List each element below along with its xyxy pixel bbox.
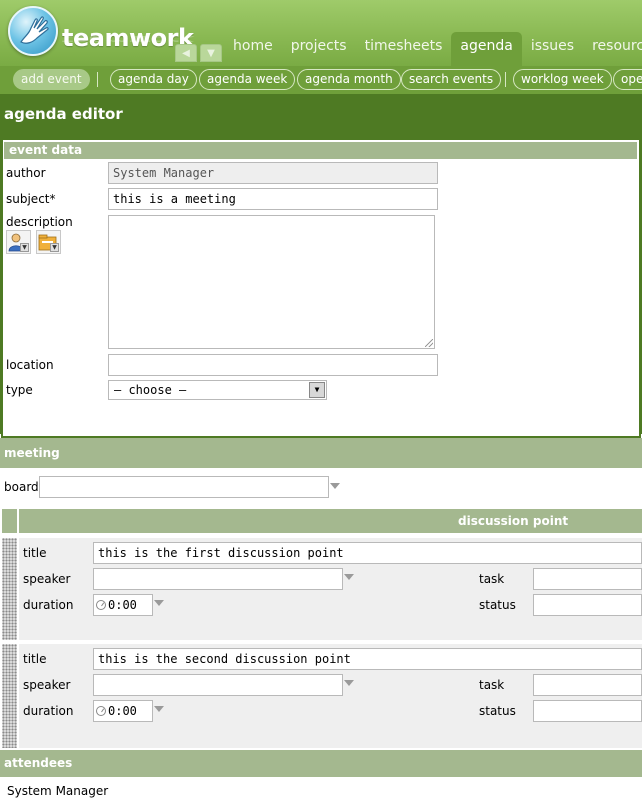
drag-grip-icon[interactable] bbox=[2, 538, 17, 640]
arrow-left-icon[interactable]: ◀ bbox=[175, 44, 197, 62]
discussion-header-grip bbox=[2, 509, 17, 533]
app-header: teamwork teamwork ◀ ▼ home projects time… bbox=[0, 0, 642, 66]
board-combobox[interactable] bbox=[39, 476, 329, 498]
location-label: location bbox=[6, 358, 54, 372]
dp1-speaker-combobox[interactable] bbox=[93, 568, 343, 590]
author-label: author bbox=[6, 166, 46, 180]
tab-issues[interactable]: issues bbox=[522, 32, 583, 66]
location-input[interactable] bbox=[108, 354, 438, 376]
tab-timesheets[interactable]: timesheets bbox=[356, 32, 452, 66]
dp2-duration-value: 0:00 bbox=[108, 704, 137, 718]
tab-projects[interactable]: projects bbox=[282, 32, 356, 66]
dropdown-arrow-icon[interactable] bbox=[344, 680, 354, 686]
discussion-header-label: discussion point bbox=[458, 514, 569, 528]
dp1-status-label: status bbox=[479, 598, 516, 612]
dp1-status-input[interactable] bbox=[533, 594, 642, 616]
attendee-item: System Manager bbox=[7, 784, 109, 798]
add-event-button[interactable]: add event bbox=[13, 69, 90, 90]
author-field: System Manager bbox=[108, 162, 438, 184]
dp2-duration-input[interactable]: 0:00 bbox=[93, 700, 153, 722]
logo-hand-icon[interactable] bbox=[8, 6, 58, 56]
dropdown-arrow-icon[interactable] bbox=[330, 483, 340, 489]
dp1-duration-label: duration bbox=[23, 598, 74, 612]
dropdown-arrow-icon[interactable]: ▼ bbox=[309, 382, 325, 398]
dp2-task-label: task bbox=[479, 678, 505, 692]
dropdown-arrow-icon[interactable] bbox=[154, 706, 164, 712]
dropdown-arrow-icon[interactable] bbox=[344, 574, 354, 580]
event-data-header: event data bbox=[4, 142, 637, 159]
open-button[interactable]: open bbox=[613, 69, 642, 90]
clock-icon bbox=[96, 706, 106, 716]
discussion-header: discussion point bbox=[19, 509, 642, 533]
meeting-header: meeting bbox=[0, 438, 642, 468]
arrow-down-icon[interactable]: ▼ bbox=[200, 44, 222, 62]
clock-icon bbox=[96, 600, 106, 610]
dp1-duration-value: 0:00 bbox=[108, 598, 137, 612]
worklog-week-button[interactable]: worklog week bbox=[513, 69, 612, 90]
dp1-task-label: task bbox=[479, 572, 505, 586]
subject-label: subject* bbox=[6, 192, 56, 206]
description-textarea[interactable] bbox=[108, 215, 435, 349]
search-events-button[interactable]: search events bbox=[401, 69, 502, 90]
dp2-title-label: title bbox=[23, 652, 47, 666]
dropdown-arrow-icon[interactable] bbox=[154, 600, 164, 606]
tab-home[interactable]: home bbox=[224, 32, 282, 66]
drag-grip-icon[interactable] bbox=[2, 644, 17, 748]
dp2-speaker-label: speaker bbox=[23, 678, 71, 692]
type-select[interactable]: – choose – ▼ bbox=[108, 380, 327, 400]
toolbar-divider bbox=[97, 72, 98, 87]
type-select-value: – choose – bbox=[114, 383, 187, 397]
subject-input[interactable]: this is a meeting bbox=[108, 188, 438, 210]
dp1-speaker-label: speaker bbox=[23, 572, 71, 586]
agenda-week-button[interactable]: agenda week bbox=[199, 69, 296, 90]
brand-reflection: teamwork bbox=[62, 33, 194, 46]
dp2-task-input[interactable] bbox=[533, 674, 642, 696]
folder-picker-icon[interactable]: ▼ bbox=[36, 230, 61, 254]
dp1-title-label: title bbox=[23, 546, 47, 560]
toolbar-divider bbox=[505, 72, 506, 87]
user-picker-icon[interactable]: ▼ bbox=[6, 230, 31, 254]
dp1-duration-input[interactable]: 0:00 bbox=[93, 594, 153, 616]
agenda-day-button[interactable]: agenda day bbox=[110, 69, 197, 90]
dp2-speaker-combobox[interactable] bbox=[93, 674, 343, 696]
board-label: board bbox=[4, 480, 39, 494]
dp2-duration-label: duration bbox=[23, 704, 74, 718]
dp1-task-input[interactable] bbox=[533, 568, 642, 590]
dropdown-arrow-icon: ▼ bbox=[20, 243, 29, 252]
main-tabs: home projects timesheets agenda issues r… bbox=[224, 32, 642, 66]
dp2-status-label: status bbox=[479, 704, 516, 718]
agenda-toolbar: add event agenda day agenda week agenda … bbox=[0, 66, 642, 94]
page-title: agenda editor bbox=[4, 105, 123, 123]
attendees-header: attendees bbox=[0, 750, 642, 777]
tab-resources[interactable]: resources bbox=[583, 32, 642, 66]
type-label: type bbox=[6, 383, 33, 397]
tab-agenda[interactable]: agenda bbox=[451, 32, 522, 66]
dp1-title-input[interactable]: this is the first discussion point bbox=[93, 542, 642, 564]
description-label: description bbox=[6, 215, 73, 229]
dp2-title-input[interactable]: this is the second discussion point bbox=[93, 648, 642, 670]
agenda-month-button[interactable]: agenda month bbox=[297, 69, 401, 90]
dp2-status-input[interactable] bbox=[533, 700, 642, 722]
dropdown-arrow-icon: ▼ bbox=[50, 243, 59, 252]
